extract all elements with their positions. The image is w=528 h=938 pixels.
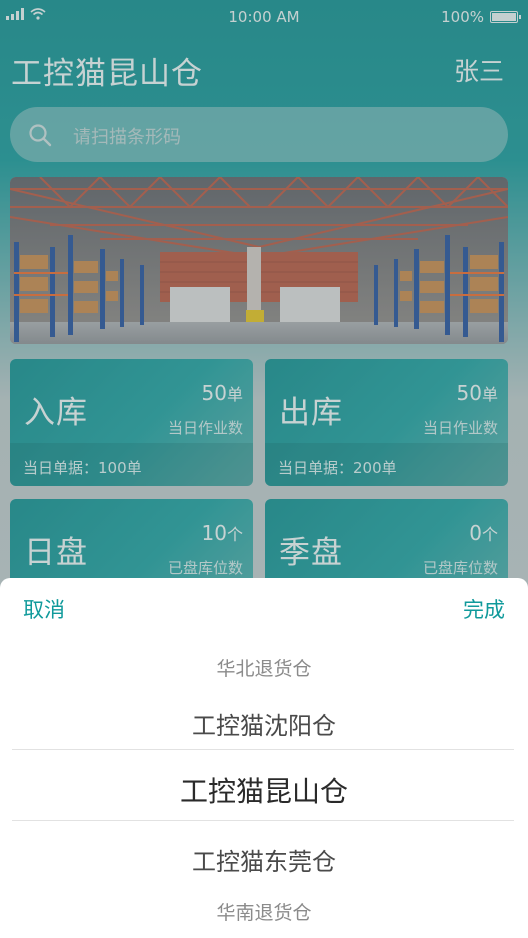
picker-option[interactable]: 华北退货仓 <box>0 654 528 681</box>
selection-divider-bottom <box>12 820 514 821</box>
cancel-button[interactable]: 取消 <box>23 594 65 624</box>
selection-divider-top <box>12 749 514 750</box>
picker-option-selected[interactable]: 工控猫昆山仓 <box>0 770 528 810</box>
picker-option[interactable]: 华南退货仓 <box>0 898 528 925</box>
picker-option[interactable]: 工控猫东莞仓 <box>0 842 528 877</box>
picker-option[interactable]: 工控猫沈阳仓 <box>0 706 528 741</box>
warehouse-picker: 取消 完成 华北退货仓 工控猫沈阳仓 工控猫昆山仓 工控猫东莞仓 华南退货仓 <box>0 578 528 938</box>
done-button[interactable]: 完成 <box>463 594 505 624</box>
home-screen: 10:00 AM 100% 工控猫昆山仓 张三 请扫描条形码 入库 50单 当日… <box>0 0 528 938</box>
